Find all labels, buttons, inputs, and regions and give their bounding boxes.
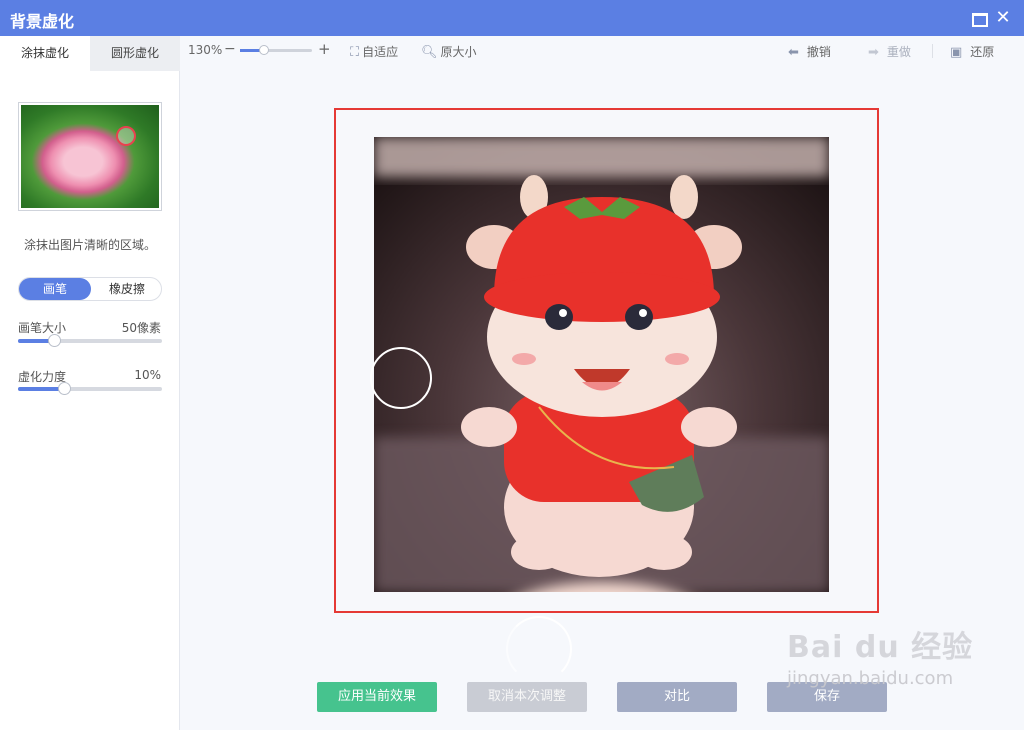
undo-label: 撤销 [806, 45, 831, 59]
fit-icon: ⛶ [350, 45, 360, 60]
edited-photo[interactable] [374, 137, 829, 592]
canvas-frame[interactable] [334, 108, 879, 613]
restore-label: 还原 [970, 45, 995, 59]
loading-spinner [506, 616, 572, 682]
undo-arrow-icon: ⬅ [788, 45, 799, 60]
eraser-option[interactable]: 橡皮擦 [91, 278, 163, 300]
cancel-button[interactable]: 取消本次调整 [467, 682, 587, 712]
compare-button[interactable]: 对比 [617, 682, 737, 712]
zoom-slider-thumb[interactable] [259, 45, 269, 55]
redo-label: 重做 [886, 45, 911, 59]
mode-tabs: 涂抹虚化 圆形虚化 [0, 36, 180, 71]
maximize-icon[interactable] [970, 9, 988, 27]
toolbar-divider [932, 44, 933, 58]
brush-option[interactable]: 画笔 [19, 278, 91, 300]
toolbar: 130% − + ⛶ 自适应 🔍︎ 原大小 ⬅ 撤销 ➡ 重做 ▣ 还原 [180, 36, 1024, 64]
preview-brush-marker [116, 126, 136, 146]
brush-size-label: 画笔大小 [18, 321, 67, 335]
magnifier-icon: 🔍︎ [421, 45, 438, 60]
zoom-in-icon[interactable]: + [318, 40, 331, 58]
blur-strength-thumb[interactable] [58, 382, 72, 395]
fit-label: 自适应 [362, 45, 399, 59]
apply-button[interactable]: 应用当前效果 [317, 682, 437, 712]
redo-arrow-icon: ➡ [868, 45, 879, 60]
title-bar: 背景虚化 ✕ [0, 0, 1024, 36]
zoom-level: 130% [188, 43, 223, 57]
blur-strength-slider[interactable] [18, 382, 162, 395]
image-icon: ▣ [950, 45, 963, 60]
brush-eraser-toggle: 画笔 橡皮擦 [18, 277, 162, 301]
restore-button[interactable]: ▣ 还原 [950, 43, 994, 60]
original-size-label: 原大小 [440, 45, 477, 59]
brush-cursor [370, 347, 432, 409]
zoom-out-icon[interactable]: − [224, 41, 236, 57]
hint-text: 涂抹出图片清晰的区域。 [23, 238, 156, 252]
preview-thumbnail [18, 102, 162, 211]
watermark-brand: Bai du 经验 [787, 630, 974, 665]
window-title: 背景虚化 [10, 12, 75, 31]
tab-circle-blur[interactable]: 圆形虚化 [90, 36, 180, 71]
watermark-url: jingyan.baidu.com [787, 668, 954, 689]
redo-button[interactable]: ➡ 重做 [868, 43, 911, 60]
plush-toy-image [374, 137, 829, 592]
blur-strength-label: 虚化力度 [18, 370, 67, 384]
zoom-slider[interactable] [240, 45, 312, 55]
undo-button[interactable]: ⬅ 撤销 [788, 43, 831, 60]
original-size-button[interactable]: 🔍︎ 原大小 [421, 43, 477, 60]
preview-image [21, 105, 159, 208]
tab-smear-blur[interactable]: 涂抹虚化 [0, 36, 90, 71]
fit-button[interactable]: ⛶ 自适应 [350, 43, 398, 60]
brush-size-slider[interactable] [18, 334, 162, 347]
baidu-watermark: Bai du 经验 jingyan.baidu.com [787, 622, 974, 689]
left-panel: 涂抹虚化 圆形虚化 涂抹出图片清晰的区域。 画笔 橡皮擦 画笔大小 50像素 虚… [0, 36, 180, 730]
brush-size-thumb[interactable] [48, 334, 61, 347]
blur-strength-value: 10% [134, 368, 161, 382]
close-icon[interactable]: ✕ [994, 9, 1012, 27]
brush-size-value: 50像素 [121, 321, 161, 335]
